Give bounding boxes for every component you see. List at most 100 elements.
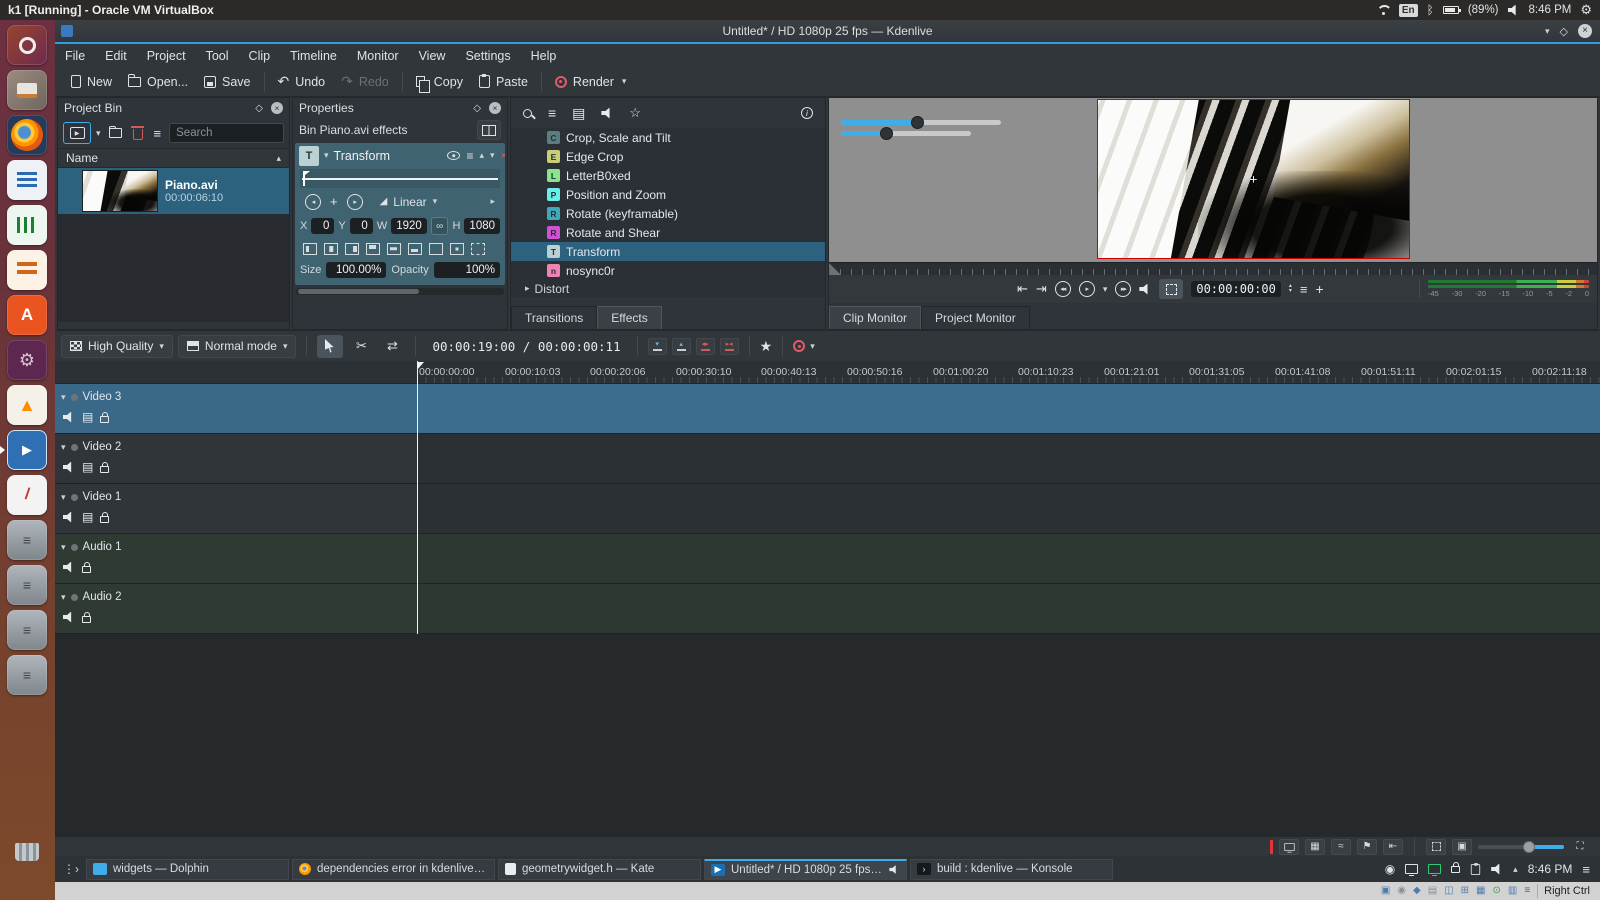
- launcher-item-drive-1[interactable]: ≡: [7, 520, 47, 560]
- redo-button[interactable]: ↷Redo: [333, 70, 397, 94]
- task-kate[interactable]: geometrywidget.h — Kate: [498, 859, 701, 880]
- vm-usb-icon[interactable]: ◫: [1444, 886, 1453, 896]
- w-field[interactable]: 1920: [391, 218, 427, 234]
- paste-button[interactable]: Paste: [471, 70, 536, 94]
- track-header[interactable]: ▾Audio 2: [55, 584, 417, 633]
- mute-track-icon[interactable]: [63, 562, 75, 573]
- tab-transitions[interactable]: Transitions: [511, 306, 597, 329]
- effect-header[interactable]: T ▾ Transform ≡ ▴ ▾ ×: [295, 143, 505, 168]
- task-kdenlive-active[interactable]: ▶ Untitled* / HD 1080p 25 fps ...: [704, 859, 907, 880]
- previous-keyframe-button[interactable]: ◂: [305, 194, 321, 210]
- tab-clip-monitor[interactable]: Clip Monitor: [829, 306, 921, 329]
- playhead[interactable]: [417, 361, 418, 634]
- open-button[interactable]: Open...: [120, 70, 196, 94]
- insert-zone-button[interactable]: ▴: [672, 338, 691, 355]
- size-field[interactable]: 100.00%: [326, 262, 386, 278]
- volume-icon[interactable]: [1508, 5, 1520, 16]
- effect-item[interactable]: R Rotate (keyframable): [511, 204, 825, 223]
- original-size-icon[interactable]: [450, 243, 464, 255]
- menu-file[interactable]: File: [55, 49, 95, 63]
- project-bin-titlebar[interactable]: Project Bin ◇ ×: [58, 98, 289, 118]
- align-bottom-icon[interactable]: [408, 243, 422, 255]
- display-tray-icon[interactable]: [1405, 864, 1418, 874]
- audio-effects-icon[interactable]: [601, 108, 613, 119]
- record-chevron-icon[interactable]: ▾: [810, 341, 815, 352]
- mute-track-icon[interactable]: [63, 512, 75, 523]
- track-target-dot[interactable]: [71, 594, 78, 601]
- track-lane[interactable]: [417, 534, 1600, 583]
- vm-audio-icon[interactable]: ◆: [1413, 886, 1421, 896]
- host-clock[interactable]: 8:46 PM: [1529, 4, 1572, 16]
- window-titlebar[interactable]: Untitled* / HD 1080p 25 fps — Kdenlive ▾…: [55, 20, 1600, 42]
- launcher-item-trash[interactable]: [7, 832, 47, 872]
- track-lane[interactable]: [417, 484, 1600, 533]
- tab-effects[interactable]: Effects: [597, 306, 661, 329]
- effect-item-selected[interactable]: T Transform: [511, 242, 825, 261]
- vm-display-icon[interactable]: ▦: [1476, 886, 1485, 896]
- zoom-fit-button[interactable]: [1426, 839, 1446, 855]
- launcher-item-drive-4[interactable]: ≡: [7, 655, 47, 695]
- slider-knob[interactable]: [911, 116, 924, 129]
- next-keyframe-button[interactable]: ▸: [347, 194, 363, 210]
- launcher-item-ubuntu-dash[interactable]: [7, 25, 47, 65]
- monitor-seek-ruler[interactable]: [829, 262, 1597, 275]
- track-target-dot[interactable]: [71, 444, 78, 451]
- screen-share-tray-icon[interactable]: [1428, 864, 1441, 874]
- menu-edit[interactable]: Edit: [95, 49, 137, 63]
- float-panel-icon[interactable]: ◇: [473, 103, 481, 114]
- session-gear-icon[interactable]: ⚙: [1580, 2, 1592, 18]
- zone-end-icon[interactable]: ⇥: [1036, 281, 1047, 297]
- bluetooth-icon[interactable]: ᛒ: [1427, 3, 1434, 17]
- collapse-track-icon[interactable]: ▾: [61, 592, 66, 603]
- lock-track-icon[interactable]: [100, 516, 109, 523]
- info-icon[interactable]: i: [801, 107, 813, 119]
- effect-menu-icon[interactable]: ≡: [466, 149, 473, 163]
- new-button[interactable]: New: [63, 70, 120, 94]
- delete-effect-icon[interactable]: ×: [501, 150, 505, 162]
- mute-track-icon[interactable]: [63, 462, 75, 473]
- forward-button[interactable]: ▸▸: [1115, 281, 1131, 297]
- maximize-button[interactable]: ◇: [1560, 25, 1568, 38]
- launcher-item-system-settings[interactable]: ⚙: [7, 340, 47, 380]
- video-frame[interactable]: +: [1097, 99, 1410, 259]
- effect-item[interactable]: R Rotate and Shear: [511, 223, 825, 242]
- main-effects-icon[interactable]: ≡: [548, 105, 556, 121]
- panel-toggle-icon[interactable]: ⋮›: [59, 862, 83, 876]
- launcher-item-lo-impress[interactable]: [7, 250, 47, 290]
- track-header[interactable]: ▾Audio 1: [55, 534, 417, 583]
- lock-track-icon[interactable]: [82, 566, 91, 573]
- vm-shared-folders-icon[interactable]: ⊞: [1461, 886, 1469, 896]
- delete-button[interactable]: [130, 122, 146, 144]
- close-button[interactable]: ×: [1578, 24, 1592, 38]
- effect-category-distort[interactable]: ▸ Distort: [511, 280, 825, 297]
- custom-effects-icon[interactable]: ☆: [629, 105, 641, 121]
- launcher-item-drive-2[interactable]: ≡: [7, 565, 47, 605]
- effect-item[interactable]: E Edge Crop: [511, 147, 825, 166]
- hide-track-icon[interactable]: ▤: [82, 511, 93, 523]
- x-field[interactable]: 0: [311, 218, 334, 234]
- vm-mouse-icon[interactable]: ▥: [1508, 886, 1517, 896]
- minimize-button[interactable]: ▾: [1545, 26, 1550, 37]
- panel-menu-icon[interactable]: ≡: [1582, 862, 1590, 877]
- menu-help[interactable]: Help: [521, 49, 567, 63]
- launcher-item-editor[interactable]: /: [7, 475, 47, 515]
- lock-tray-icon[interactable]: [1451, 866, 1460, 873]
- launcher-item-drive-3[interactable]: ≡: [7, 610, 47, 650]
- show-markers-button[interactable]: ⚑: [1357, 839, 1377, 855]
- selection-tool-button[interactable]: [317, 335, 343, 358]
- zone-mode-button[interactable]: [1159, 279, 1183, 299]
- tray-expand-icon[interactable]: ▴: [1513, 864, 1518, 875]
- hide-track-icon[interactable]: ▤: [82, 461, 93, 473]
- align-right-icon[interactable]: [345, 243, 359, 255]
- track-header[interactable]: ▾Video 3 ▤: [55, 384, 417, 433]
- collapse-effect-icon[interactable]: ▾: [324, 150, 329, 161]
- interpolation-dropdown[interactable]: ◢ Linear ▾: [380, 195, 438, 209]
- extract-zone-button[interactable]: ◂▸: [696, 338, 715, 355]
- bin-menu-button[interactable]: ≡: [151, 122, 165, 144]
- task-firefox[interactable]: dependencies error in kdenlive b...: [292, 859, 495, 880]
- move-effect-down-icon[interactable]: ▾: [490, 150, 495, 161]
- kde-clock[interactable]: 8:46 PM: [1528, 862, 1573, 876]
- effect-item[interactable]: L LetterB0xed: [511, 166, 825, 185]
- rewind-button[interactable]: ◂◂: [1055, 281, 1071, 297]
- launcher-item-kdenlive[interactable]: ▶: [7, 430, 47, 470]
